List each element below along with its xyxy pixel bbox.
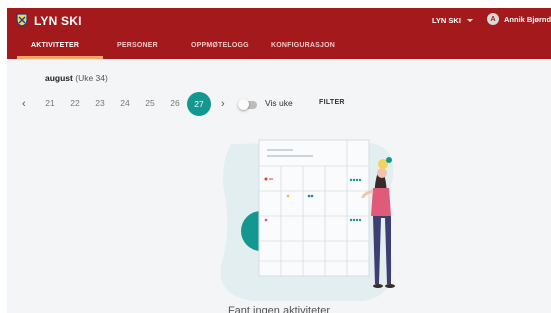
- day-23[interactable]: 23: [91, 98, 109, 108]
- avatar: A: [487, 13, 499, 25]
- week-label: (Uke 34): [75, 73, 108, 83]
- user-menu[interactable]: A Annik Bjørnda: [487, 13, 551, 25]
- chevron-left-icon[interactable]: ‹: [22, 98, 26, 110]
- user-name: Annik Bjørnda: [504, 14, 551, 24]
- day-26[interactable]: 26: [166, 98, 184, 108]
- tab-personer[interactable]: PERSONER: [117, 42, 158, 49]
- day-picker: ‹ 21 22 23 24 25 26 27 › Vis uke FILTER: [7, 92, 551, 116]
- tab-konfigurasjon[interactable]: KONFIGURASJON: [271, 42, 335, 49]
- day-21[interactable]: 21: [41, 98, 59, 108]
- day-27-selected[interactable]: 27: [187, 92, 211, 116]
- day-22[interactable]: 22: [66, 98, 84, 108]
- vis-uke-label[interactable]: Vis uke: [265, 98, 293, 108]
- club-logo-icon: [16, 13, 28, 27]
- club-menu-button[interactable]: LYN SKI: [432, 16, 473, 25]
- vis-uke-toggle[interactable]: [238, 99, 257, 110]
- active-tab-indicator: [17, 56, 103, 59]
- app-title[interactable]: LYN SKI: [34, 14, 82, 28]
- empty-calendar-illustration: [220, 139, 395, 301]
- tab-aktiviteter[interactable]: AKTIVITETER: [31, 42, 79, 49]
- filter-button[interactable]: FILTER: [319, 99, 345, 106]
- club-menu-label: LYN SKI: [432, 16, 461, 25]
- month-name: august: [45, 73, 73, 83]
- top-app-bar: LYN SKI LYN SKI A Annik Bjørnda AKTIVITE…: [7, 8, 551, 59]
- day-24[interactable]: 24: [116, 98, 134, 108]
- day-25[interactable]: 25: [141, 98, 159, 108]
- empty-state-message: Fant ingen aktiviteter: [227, 305, 331, 313]
- nav-tabs: AKTIVITETER PERSONER OPPMØTELOGG KONFIGU…: [7, 38, 551, 59]
- tab-oppmotelogg[interactable]: OPPMØTELOGG: [191, 42, 249, 49]
- app-window: LYN SKI LYN SKI A Annik Bjørnda AKTIVITE…: [7, 8, 551, 313]
- month-heading: august (Uke 34): [45, 73, 108, 83]
- chevron-right-icon[interactable]: ›: [221, 98, 225, 110]
- chevron-down-icon: [466, 19, 473, 22]
